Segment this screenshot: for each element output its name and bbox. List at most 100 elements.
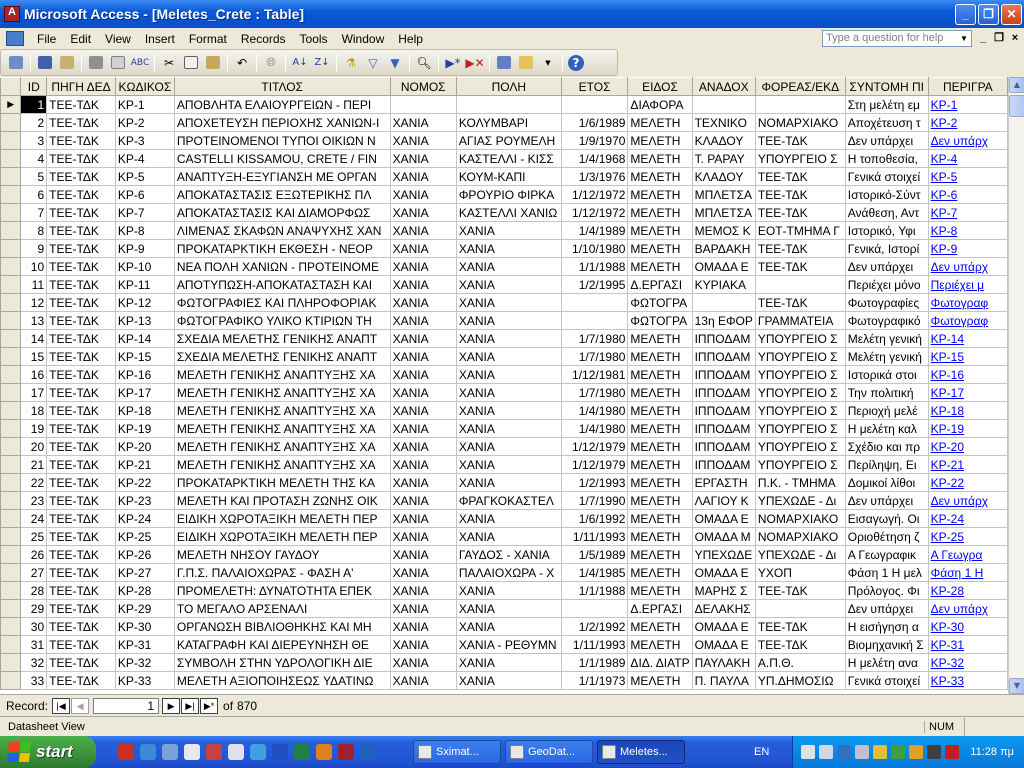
cell-id[interactable]: 18 — [20, 401, 48, 420]
cell-year[interactable]: 1/7/1980 — [560, 383, 629, 402]
cell-agency[interactable]: ΤΕΕ-ΤΔΚ — [754, 239, 846, 258]
cell-type[interactable]: ΜΕΛΕΤΗ — [627, 455, 693, 474]
cell-agency[interactable]: Π.Κ. - ΤΜΗΜΑ — [754, 473, 846, 492]
cell-code[interactable]: ΚΡ-14 — [114, 329, 175, 348]
cell-summary[interactable]: Πρόλογος. Φι — [844, 581, 929, 600]
new-object-icon[interactable] — [517, 54, 535, 72]
cell-type[interactable]: ΦΩΤΟΓΡΑ — [627, 293, 693, 312]
cell-id[interactable]: 10 — [20, 257, 48, 276]
cell-id[interactable]: 8 — [20, 221, 48, 240]
record-selector[interactable] — [0, 311, 22, 330]
cell-year[interactable]: 1/2/1992 — [560, 617, 629, 636]
cell-code[interactable]: ΚΡ-5 — [114, 167, 175, 186]
restore-button[interactable]: ❐ — [978, 3, 999, 25]
next-record-button[interactable]: ▶ — [162, 697, 181, 714]
cell-code[interactable]: ΚΡ-25 — [114, 527, 175, 546]
cell-source[interactable]: ΤΕΕ-ΤΔΚ — [46, 149, 116, 168]
cell-type[interactable]: ΜΕΛΕΤΗ — [627, 239, 693, 258]
cell-agency[interactable]: ΤΕΕ-ΤΔΚ — [754, 185, 846, 204]
record-selector[interactable] — [0, 221, 22, 240]
cell-city[interactable]: ΧΑΝΙΑ — [455, 401, 562, 420]
cell-agency[interactable]: ΓΡΑΜΜΑΤΕΙΑ — [754, 311, 846, 330]
previous-record-button[interactable]: ◀ — [71, 697, 90, 714]
cell-contractor[interactable]: ΥΠΕΧΩΔΕ — [691, 545, 756, 564]
record-selector[interactable] — [0, 185, 22, 204]
tray-icon-6[interactable] — [891, 745, 905, 759]
print-icon[interactable] — [87, 54, 105, 72]
cell-source[interactable]: ΤΕΕ-ΤΔΚ — [46, 275, 116, 294]
cell-description[interactable]: ΚΡ-9 — [927, 239, 1008, 258]
excel-icon[interactable] — [294, 744, 310, 760]
cell-year[interactable]: 1/6/1992 — [560, 509, 629, 528]
mdi-close-button[interactable]: × — [1008, 31, 1022, 45]
cell-contractor[interactable]: ΟΜΑΔΑ Ε — [691, 509, 756, 528]
task-geodat[interactable]: GeoDat... — [505, 740, 593, 764]
cell-summary[interactable]: Η μελέτη καλ — [844, 419, 929, 438]
cell-type[interactable]: Δ.ΕΡΓΑΣΙ — [627, 275, 693, 294]
cell-contractor[interactable]: ΙΠΠΟΔΑΜ — [691, 383, 756, 402]
hyperlink-icon[interactable]: 🌐︎ — [262, 54, 280, 72]
cell-agency[interactable] — [754, 599, 846, 618]
cell-code[interactable]: ΚΡ-33 — [114, 671, 175, 690]
cell-code[interactable]: ΚΡ-22 — [114, 473, 175, 492]
cell-agency[interactable]: ΤΕΕ-ΤΔΚ — [754, 131, 846, 150]
cell-type[interactable]: ΜΕΛΕΤΗ — [627, 401, 693, 420]
cell-contractor[interactable]: ΟΜΑΔΑ Ε — [691, 563, 756, 582]
clock[interactable]: 11:28 πμ — [970, 746, 1014, 758]
cell-source[interactable]: ΤΕΕ-ΤΔΚ — [46, 185, 116, 204]
cell-code[interactable]: ΚΡ-7 — [114, 203, 175, 222]
cell-code[interactable]: ΚΡ-6 — [114, 185, 175, 204]
cell-description[interactable]: Φάση 1 Η — [927, 563, 1008, 582]
cell-code[interactable]: ΚΡ-27 — [114, 563, 175, 582]
cell-city[interactable]: ΠΑΛΑΙΟΧΩΡΑ - Χ — [455, 563, 562, 582]
record-selector[interactable] — [0, 437, 22, 456]
cell-contractor[interactable]: ΟΜΑΔΑ Ε — [691, 257, 756, 276]
new-object-dropdown-icon[interactable]: ▼ — [539, 54, 557, 72]
cell-type[interactable]: ΜΕΛΕΤΗ — [627, 563, 693, 582]
cell-source[interactable]: ΤΕΕ-ΤΔΚ — [46, 635, 116, 654]
cell-agency[interactable]: ΤΕΕ-ΤΔΚ — [754, 203, 846, 222]
cell-year[interactable]: 1/4/1985 — [560, 563, 629, 582]
cell-id[interactable]: 1 — [20, 95, 48, 114]
cell-agency[interactable]: ΤΕΕ-ΤΔΚ — [754, 293, 846, 312]
cell-city[interactable]: ΑΓΙΑΣ ΡΟΥΜΕΛΗ — [455, 131, 562, 150]
column-header-agency[interactable]: ΦΟΡΕΑΣ/ΕΚΔ — [754, 77, 846, 96]
vertical-scrollbar[interactable]: ▲ ▼ — [1008, 77, 1024, 694]
cell-prefecture[interactable]: ΧΑΝΙΑ — [389, 383, 457, 402]
word-icon[interactable] — [272, 744, 288, 760]
cell-prefecture[interactable]: ΧΑΝΙΑ — [389, 437, 457, 456]
print-preview-icon[interactable] — [109, 54, 127, 72]
cell-prefecture[interactable]: ΧΑΝΙΑ — [389, 635, 457, 654]
cell-title[interactable]: ΜΕΛΕΤΗ ΓΕΝΙΚΗΣ ΑΝΑΠΤΥΞΗΣ ΧΑ — [173, 401, 391, 420]
cell-code[interactable]: ΚΡ-12 — [114, 293, 175, 312]
cell-source[interactable]: ΤΕΕ-ΤΔΚ — [46, 329, 116, 348]
cell-contractor[interactable]: Τ. ΡΑΡΑΥ — [691, 149, 756, 168]
cell-prefecture[interactable]: ΧΑΝΙΑ — [389, 113, 457, 132]
cell-description[interactable]: ΚΡ-33 — [927, 671, 1008, 690]
cell-source[interactable]: ΤΕΕ-ΤΔΚ — [46, 527, 116, 546]
cell-prefecture[interactable]: ΧΑΝΙΑ — [389, 131, 457, 150]
column-header-code[interactable]: ΚΩΔΙΚΟΣ — [114, 77, 175, 96]
cell-code[interactable]: ΚΡ-1 — [114, 95, 175, 114]
cell-source[interactable]: ΤΕΕ-ΤΔΚ — [46, 653, 116, 672]
delete-record-icon[interactable]: ▶✕ — [465, 54, 484, 72]
cell-description[interactable]: ΚΡ-32 — [927, 653, 1008, 672]
cell-year[interactable]: 1/1/1988 — [560, 257, 629, 276]
cell-prefecture[interactable]: ΧΑΝΙΑ — [389, 527, 457, 546]
record-selector[interactable] — [0, 653, 22, 672]
cell-summary[interactable]: Δεν υπάρχει — [844, 257, 929, 276]
cell-source[interactable]: ΤΕΕ-ΤΔΚ — [46, 455, 116, 474]
cell-id[interactable]: 19 — [20, 419, 48, 438]
cell-agency[interactable]: ΝΟΜΑΡΧΙΑΚΟ — [754, 113, 846, 132]
cell-type[interactable]: ΔΙΔ. ΔΙΑΤΡ — [627, 653, 693, 672]
cell-year[interactable]: 1/11/1993 — [560, 635, 629, 654]
cell-summary[interactable]: Στη μελέτη εμ — [844, 95, 929, 114]
record-selector[interactable] — [0, 671, 22, 690]
cell-contractor[interactable]: ΔΕΛΑΚΗΣ — [691, 599, 756, 618]
cell-city[interactable]: ΧΑΝΙΑ — [455, 617, 562, 636]
cell-prefecture[interactable]: ΧΑΝΙΑ — [389, 275, 457, 294]
cell-contractor[interactable]: ΜΠΛΕΤΣΑ — [691, 203, 756, 222]
cell-year[interactable]: 1/7/1980 — [560, 329, 629, 348]
cell-description[interactable]: ΚΡ-18 — [927, 401, 1008, 420]
cell-agency[interactable]: ΝΟΜΑΡΧΙΑΚΟ — [754, 509, 846, 528]
